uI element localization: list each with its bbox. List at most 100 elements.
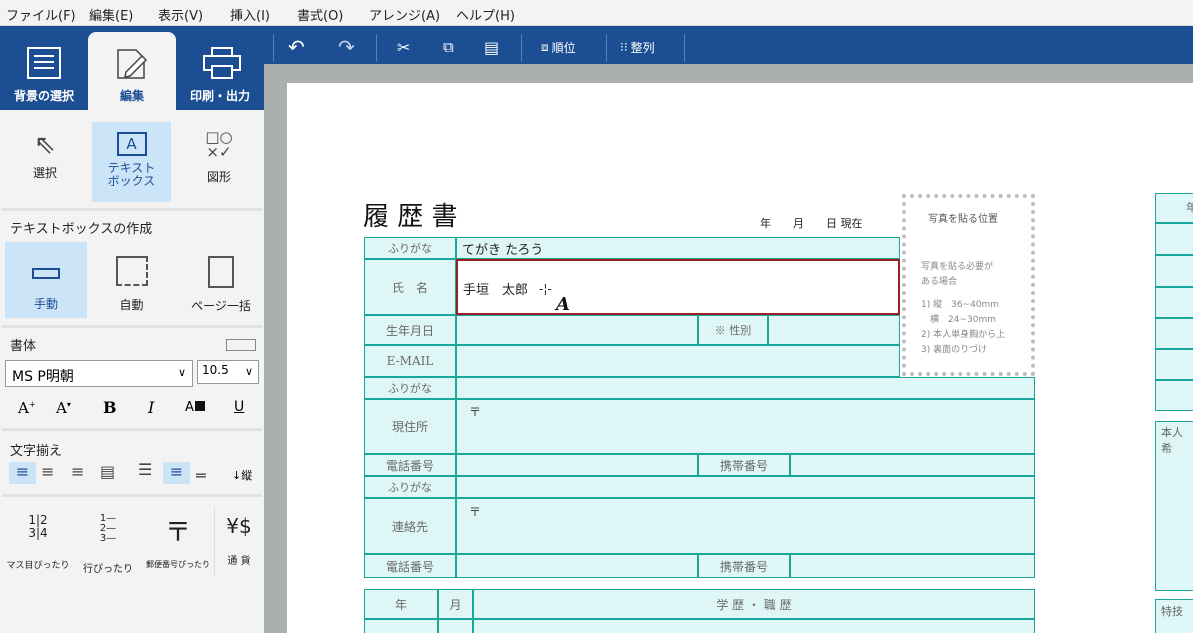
contact-mobile-field[interactable] bbox=[790, 554, 1035, 578]
font-dialog-icon[interactable] bbox=[226, 339, 256, 351]
background-icon bbox=[27, 47, 61, 79]
manual-rect-icon bbox=[32, 268, 60, 279]
phone-label: 電話番号 bbox=[364, 454, 456, 476]
align-objects-icon: ⁝⁝ bbox=[620, 40, 628, 54]
undo-button[interactable]: ↶ bbox=[288, 34, 305, 60]
address-label: 現住所 bbox=[364, 399, 456, 454]
menu-view[interactable]: 表示(V) bbox=[158, 5, 203, 24]
align-center-icon: ≡ bbox=[41, 462, 55, 481]
select-tool[interactable]: ⇖ 選択 bbox=[8, 122, 82, 200]
currency-button[interactable]: ¥$ 通 貨 bbox=[217, 508, 261, 578]
gender-field[interactable] bbox=[768, 315, 900, 345]
redo-button[interactable]: ↷ bbox=[338, 34, 355, 60]
right-row-3[interactable] bbox=[1155, 287, 1193, 318]
contact-phone-field[interactable] bbox=[456, 554, 698, 578]
valign-top-button[interactable]: ☰ bbox=[138, 460, 152, 479]
order-button[interactable]: ⧈ 順位 bbox=[541, 34, 576, 60]
phone-field[interactable] bbox=[456, 454, 698, 476]
tab-background[interactable]: 背景の選択 bbox=[0, 32, 88, 110]
valign-bottom-button[interactable]: ═ bbox=[196, 466, 206, 485]
furigana-value: てがき たろう bbox=[462, 243, 544, 258]
align-right-button[interactable]: ≡ bbox=[71, 462, 84, 481]
paste-button[interactable]: ▤ bbox=[484, 34, 499, 60]
address-furigana-field[interactable] bbox=[456, 377, 1035, 399]
printer-icon bbox=[203, 47, 241, 79]
font-name-value: MS P明朝 bbox=[12, 369, 74, 385]
right-row-1[interactable] bbox=[1155, 223, 1193, 255]
menu-help[interactable]: ヘルプ(H) bbox=[456, 5, 515, 24]
history-month-cell[interactable] bbox=[438, 619, 473, 633]
align-objects-label: 整列 bbox=[630, 40, 655, 55]
grid-fit-button[interactable]: 1|2 3|4 マス目ぴったり bbox=[4, 508, 72, 578]
yen-dollar-icon: ¥$ bbox=[226, 514, 252, 538]
font-grow-button[interactable]: A+ bbox=[18, 399, 36, 417]
contact-furigana-field[interactable] bbox=[456, 476, 1035, 498]
text-cursor-icon: -¦- bbox=[539, 282, 552, 296]
postal-fit-label: 郵便番号ぴったり bbox=[146, 560, 210, 569]
address-field[interactable] bbox=[456, 399, 1035, 454]
right-row-5[interactable] bbox=[1155, 349, 1193, 380]
italic-button[interactable]: I bbox=[148, 398, 154, 417]
paste-icon: ▤ bbox=[484, 37, 500, 57]
right-row-6[interactable] bbox=[1155, 380, 1193, 411]
chevron-down-icon: ∨ bbox=[244, 365, 253, 378]
tab-print[interactable]: 印刷・出力 bbox=[176, 32, 264, 110]
valign-middle-button[interactable]: ≡ bbox=[163, 462, 190, 484]
postal-mark-icon: 〒 bbox=[164, 518, 191, 548]
right-row-2[interactable] bbox=[1155, 255, 1193, 287]
cut-button[interactable]: ✂ bbox=[397, 34, 410, 60]
copy-icon: ⧉ bbox=[443, 38, 454, 56]
birth-label: 生年月日 bbox=[364, 315, 456, 345]
font-color-button[interactable]: A bbox=[185, 400, 205, 415]
order-label: 順位 bbox=[551, 40, 576, 55]
tab-edit[interactable]: 編集 bbox=[88, 32, 176, 110]
manual-button[interactable]: 手動 bbox=[5, 242, 87, 318]
vertical-text-button[interactable]: ↓縦 bbox=[232, 467, 252, 483]
justify-button[interactable]: ▤ bbox=[100, 462, 115, 481]
chevron-down-icon: ∨ bbox=[177, 366, 186, 379]
postal-fit-button[interactable]: 〒 郵便番号ぴったり bbox=[143, 508, 213, 578]
pencil-page-icon bbox=[117, 49, 148, 79]
email-label: E-MAIL bbox=[364, 345, 456, 377]
mobile-field[interactable] bbox=[790, 454, 1035, 476]
menu-arrange[interactable]: アレンジ(A) bbox=[369, 5, 440, 24]
right-row-4[interactable] bbox=[1155, 318, 1193, 349]
align-center-button[interactable]: ≡ bbox=[41, 462, 54, 481]
align-right-icon: ≡ bbox=[71, 462, 85, 481]
grid-fit-label: マス目ぴったり bbox=[6, 561, 70, 571]
tab-edit-label: 編集 bbox=[119, 89, 144, 103]
page-all-button[interactable]: ページ一括 bbox=[181, 242, 261, 318]
birth-field[interactable] bbox=[456, 315, 698, 345]
underline-button[interactable]: U bbox=[234, 399, 244, 415]
font-size-select[interactable]: 10.5 ∨ bbox=[197, 360, 259, 384]
bold-button[interactable]: B bbox=[103, 398, 117, 417]
menu-format[interactable]: 書式(O) bbox=[297, 5, 343, 24]
line-fit-button[interactable]: 1— 2— 3— 行ぴったり bbox=[76, 508, 140, 578]
email-field[interactable] bbox=[456, 345, 900, 377]
copy-button[interactable]: ⧉ bbox=[443, 34, 454, 60]
textbox-tool[interactable]: A テキスト ボックス bbox=[92, 122, 171, 202]
auto-button[interactable]: 自動 bbox=[92, 242, 171, 318]
font-heading: 書体 bbox=[10, 339, 37, 354]
font-name-select[interactable]: MS P明朝 ∨ bbox=[5, 360, 193, 387]
form-date: 年 月 日 現在 bbox=[760, 217, 863, 230]
grid-numbers-icon: 1|2 3|4 bbox=[28, 513, 48, 540]
menu-insert[interactable]: 挿入(I) bbox=[230, 5, 270, 24]
menu-file[interactable]: ファイル(F) bbox=[6, 5, 76, 24]
furigana-label: ふりがな bbox=[364, 237, 456, 259]
menu-edit[interactable]: 編集(E) bbox=[89, 5, 133, 24]
font-shrink-button[interactable]: A▾ bbox=[56, 399, 71, 417]
contact-label: 連絡先 bbox=[364, 498, 456, 554]
align-left-button[interactable]: ≡ bbox=[9, 462, 36, 484]
photo-title: 写真を貼る位置 bbox=[928, 214, 998, 225]
textbox-cursor-icon: A bbox=[556, 294, 570, 315]
contact-field[interactable] bbox=[456, 498, 1035, 554]
right-wish-label: 本人希 bbox=[1161, 426, 1183, 455]
manual-label: 手動 bbox=[33, 297, 58, 311]
history-content-cell[interactable] bbox=[473, 619, 1035, 633]
page-icon bbox=[208, 256, 234, 288]
align-objects-button[interactable]: ⁝⁝ 整列 bbox=[620, 34, 655, 60]
shape-tool[interactable]: □○ ×✓ 図形 bbox=[182, 122, 256, 200]
history-year-cell[interactable] bbox=[364, 619, 438, 633]
mobile-label: 携帯番号 bbox=[698, 454, 790, 476]
